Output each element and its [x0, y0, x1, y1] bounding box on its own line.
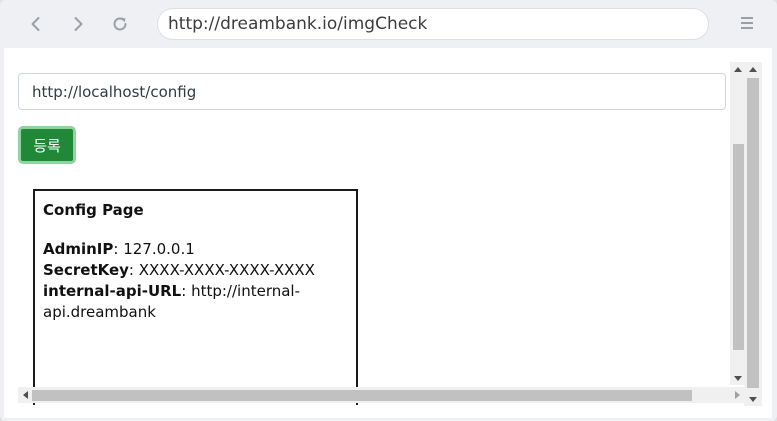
page-content: http://localhost/config 등록 Config Page A…: [4, 48, 772, 418]
menu-button[interactable]: [737, 14, 757, 34]
field-sep: :: [113, 240, 124, 258]
address-bar[interactable]: http://dreambank.io/imgCheck: [157, 8, 709, 40]
hamburger-menu-icon: [737, 17, 757, 29]
url-input[interactable]: http://localhost/config: [18, 73, 726, 110]
result-box: Config Page AdminIP: 127.0.0.1 SecretKey…: [33, 189, 358, 405]
chevron-right-icon: [74, 17, 83, 31]
field-key: internal-api-URL: [43, 282, 182, 300]
page-scroll-down-button[interactable]: [744, 392, 762, 406]
field-sep: :: [128, 261, 139, 279]
page-vertical-scrollbar[interactable]: [744, 62, 762, 406]
forward-button[interactable]: [66, 12, 90, 36]
result-field-adminip: AdminIP: 127.0.0.1: [43, 239, 348, 260]
field-sep: :: [181, 282, 192, 300]
reload-button[interactable]: [108, 12, 132, 36]
result-field-secretkey: SecretKey: XXXX-XXXX-XXXX-XXXX: [43, 260, 348, 281]
submit-button-label: 등록: [33, 136, 61, 155]
scroll-left-button[interactable]: [18, 387, 32, 403]
url-input-value: http://localhost/config: [32, 82, 197, 101]
page-scroll-up-button[interactable]: [744, 62, 762, 76]
browser-toolbar: http://dreambank.io/imgCheck: [0, 0, 777, 48]
field-value: 127.0.0.1: [123, 240, 195, 258]
field-value: XXXX-XXXX-XXXX-XXXX: [138, 261, 315, 279]
field-key: SecretKey: [43, 261, 129, 279]
horizontal-scrollbar[interactable]: [18, 387, 744, 403]
result-title: Config Page: [43, 201, 144, 219]
chevron-left-icon: [31, 17, 40, 31]
inner-frame: http://localhost/config 등록 Config Page A…: [18, 66, 746, 405]
browser-window: http://dreambank.io/imgCheck http://loca…: [0, 0, 777, 421]
back-button[interactable]: [24, 12, 48, 36]
arrow-right-icon: [734, 391, 740, 399]
arrow-left-icon: [22, 391, 28, 399]
scroll-right-button[interactable]: [730, 387, 744, 403]
page-vertical-scroll-thumb[interactable]: [747, 78, 759, 388]
result-field-internal-api-url: internal-api-URL: http://internal-api.dr…: [43, 281, 348, 323]
arrow-up-icon: [734, 66, 742, 72]
submit-button[interactable]: 등록: [18, 126, 76, 164]
inner-vertical-scroll-thumb[interactable]: [733, 144, 744, 350]
field-key: AdminIP: [43, 240, 114, 258]
reload-icon: [113, 17, 127, 31]
arrow-down-icon: [749, 396, 757, 402]
address-bar-url: http://dreambank.io/imgCheck: [168, 14, 428, 34]
arrow-up-icon: [749, 66, 757, 72]
horizontal-scroll-thumb[interactable]: [32, 390, 692, 401]
arrow-down-icon: [734, 375, 742, 381]
